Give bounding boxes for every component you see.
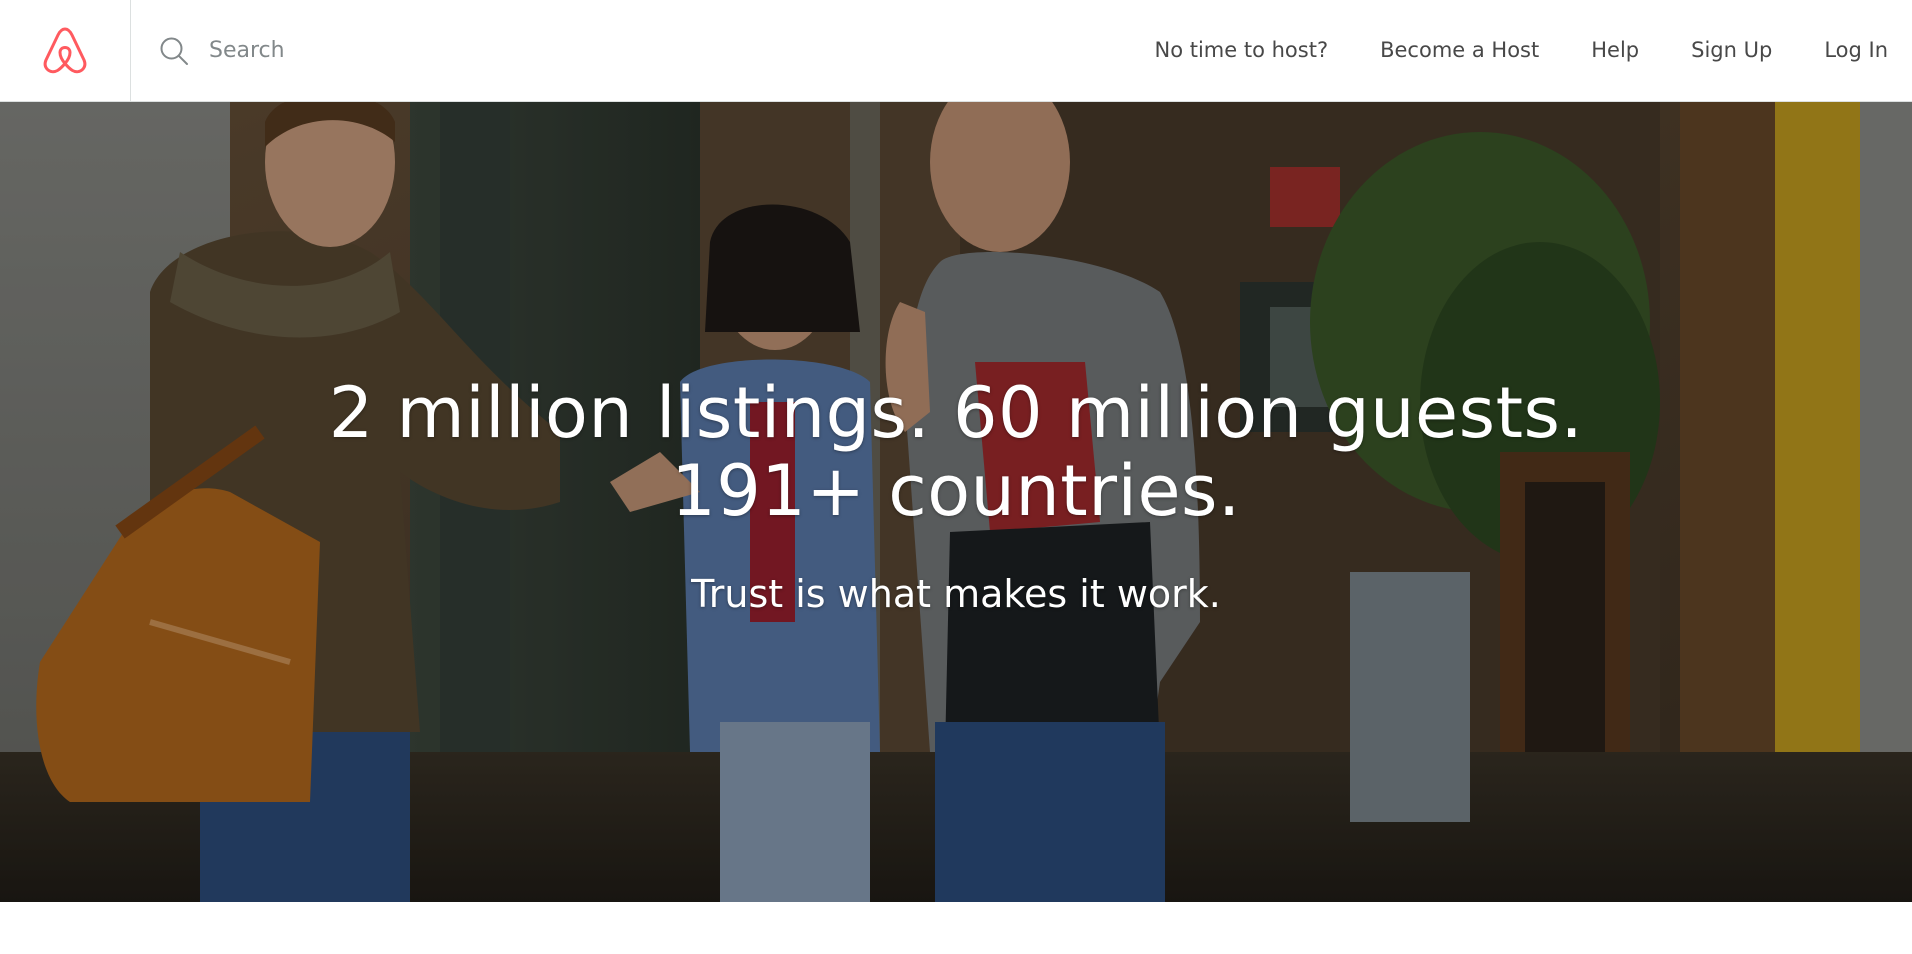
search-bar	[131, 0, 731, 101]
hero-banner: 2 million listings. 60 million guests. 1…	[0, 102, 1912, 902]
airbnb-logo-button[interactable]	[0, 0, 131, 102]
header-nav: No time to host? Become a Host Help Sign…	[1103, 0, 1912, 100]
search-input[interactable]	[209, 30, 689, 71]
sign-up-link[interactable]: Sign Up	[1691, 39, 1772, 61]
hero-headline: 2 million listings. 60 million guests. 1…	[328, 372, 1584, 532]
hero-subheadline: Trust is what makes it work.	[691, 572, 1221, 616]
top-navigation-bar: No time to host? Become a Host Help Sign…	[0, 0, 1912, 102]
log-in-link[interactable]: Log In	[1824, 39, 1888, 61]
no-time-to-host-link[interactable]: No time to host?	[1155, 39, 1329, 61]
search-icon	[160, 37, 188, 65]
airbnb-belo-icon	[43, 27, 87, 73]
page-content-start	[0, 902, 1912, 954]
hero-copy: 2 million listings. 60 million guests. 1…	[0, 374, 1912, 616]
help-link[interactable]: Help	[1591, 39, 1639, 61]
become-a-host-link[interactable]: Become a Host	[1380, 39, 1539, 61]
